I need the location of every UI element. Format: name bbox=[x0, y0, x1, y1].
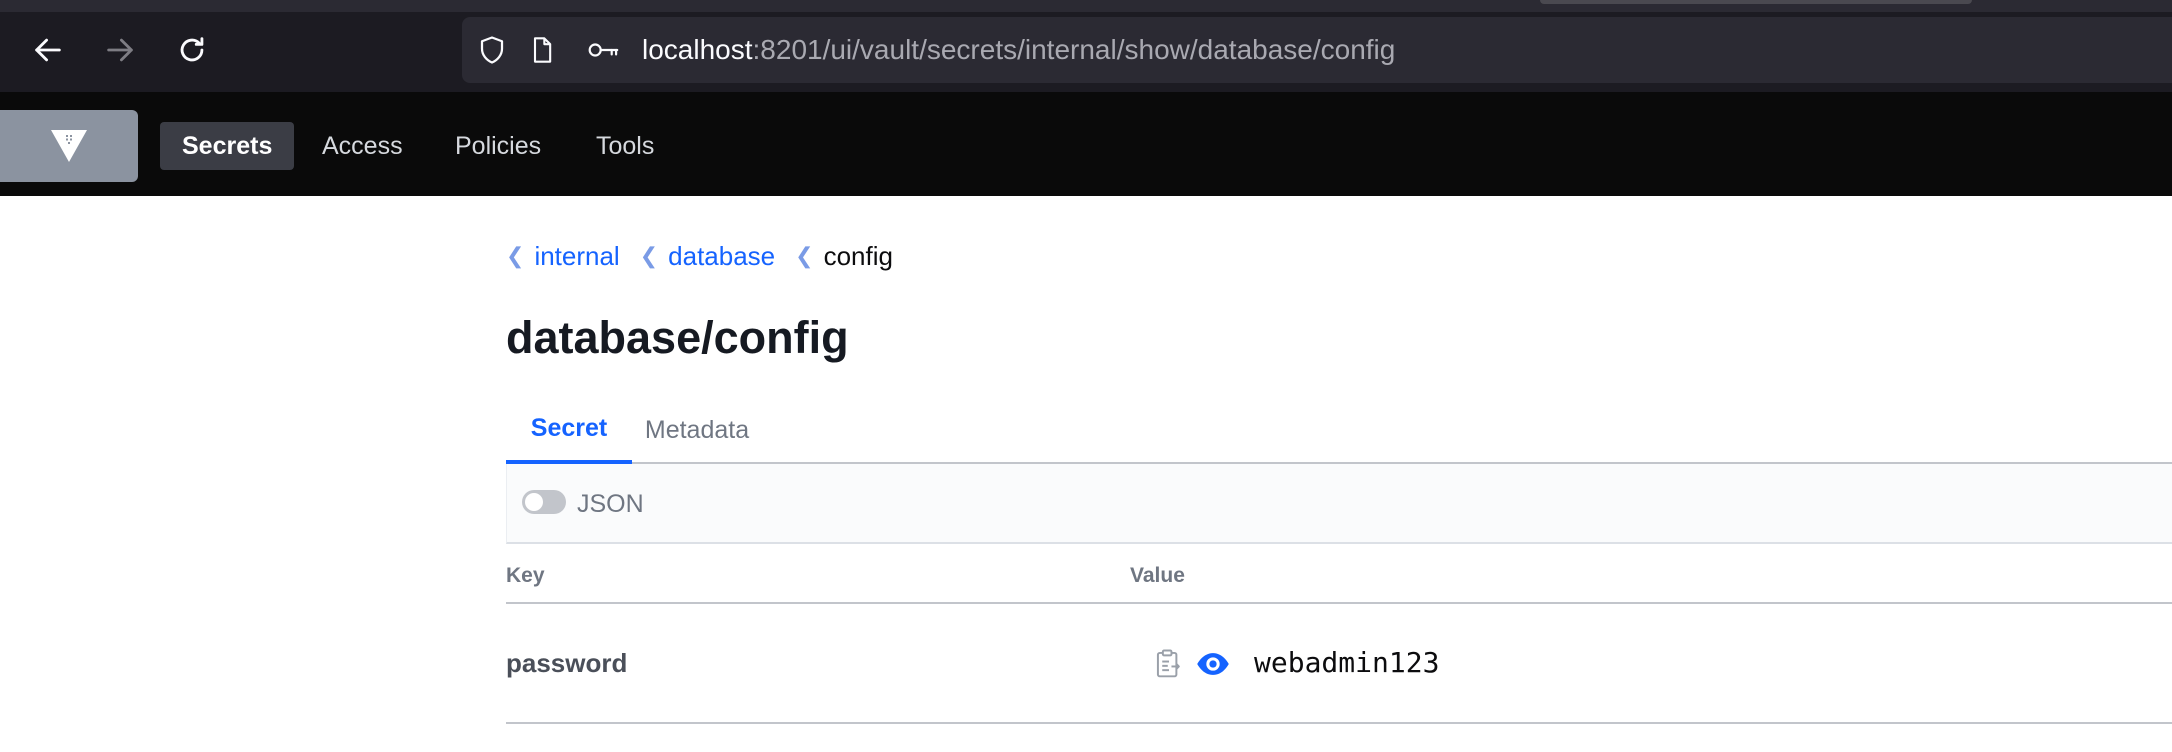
table-row: password webadmin123 bbox=[506, 604, 2172, 724]
nav-policies[interactable]: Policies bbox=[433, 122, 563, 170]
nav-secrets[interactable]: Secrets bbox=[160, 122, 295, 170]
breadcrumb-item-database: ❮ database bbox=[640, 241, 775, 272]
nav-access[interactable]: Access bbox=[300, 122, 425, 170]
browser-tab[interactable] bbox=[1540, 0, 1972, 4]
chevron-left-icon: ❮ bbox=[506, 243, 525, 268]
url-path: :8201/ui/vault/secrets/internal/show/dat… bbox=[752, 34, 1396, 65]
breadcrumb-link[interactable]: database bbox=[668, 241, 775, 272]
browser-tab-strip bbox=[0, 0, 2172, 12]
table-header: Key Value bbox=[506, 544, 2172, 604]
back-button[interactable] bbox=[28, 30, 68, 70]
url-text[interactable]: localhost:8201/ui/vault/secrets/internal… bbox=[642, 34, 1395, 66]
column-header-value: Value bbox=[1130, 564, 1185, 587]
nav-tools[interactable]: Tools bbox=[574, 122, 676, 170]
tab-secret[interactable]: Secret bbox=[506, 396, 632, 464]
breadcrumb-link[interactable]: internal bbox=[534, 241, 619, 272]
column-header-key: Key bbox=[506, 564, 545, 587]
breadcrumb-item-current: ❮ config bbox=[795, 241, 893, 272]
toggle-knob bbox=[525, 493, 543, 511]
app-header: Secrets Access Policies Tools bbox=[0, 92, 2172, 196]
arrow-left-icon bbox=[35, 38, 61, 62]
secret-toolbar: JSON bbox=[506, 464, 2172, 544]
browser-toolbar: localhost:8201/ui/vault/secrets/internal… bbox=[0, 0, 2172, 92]
json-toggle[interactable] bbox=[522, 490, 566, 514]
reload-icon bbox=[180, 37, 204, 62]
json-toggle-label: JSON bbox=[577, 490, 644, 518]
url-host: localhost bbox=[642, 34, 753, 65]
arrow-right-icon bbox=[107, 38, 133, 62]
tab-metadata[interactable]: Metadata bbox=[632, 396, 762, 464]
secret-key: password bbox=[506, 648, 628, 678]
breadcrumb-item-internal: ❮ internal bbox=[506, 241, 620, 272]
secret-value: webadmin123 bbox=[1254, 646, 1440, 679]
breadcrumb-current: config bbox=[823, 240, 893, 271]
reload-button[interactable] bbox=[172, 30, 212, 70]
page-title: database/config bbox=[506, 312, 849, 363]
key-icon[interactable] bbox=[586, 34, 622, 66]
eye-icon[interactable] bbox=[1196, 650, 1230, 678]
chevron-left-icon: ❮ bbox=[795, 243, 814, 268]
breadcrumb: ❮ internal ❮ database ❮ config bbox=[506, 238, 893, 274]
clipboard-copy-icon[interactable] bbox=[1154, 648, 1184, 680]
forward-button[interactable] bbox=[100, 30, 140, 70]
chevron-left-icon: ❮ bbox=[639, 243, 659, 268]
address-bar[interactable]: localhost:8201/ui/vault/secrets/internal… bbox=[462, 17, 2172, 83]
vault-logo-icon bbox=[51, 130, 87, 162]
tab-bar: Secret Metadata bbox=[506, 396, 2172, 464]
shield-icon[interactable] bbox=[476, 34, 508, 66]
vault-logo-button[interactable] bbox=[0, 110, 138, 182]
page-icon[interactable] bbox=[526, 34, 558, 66]
